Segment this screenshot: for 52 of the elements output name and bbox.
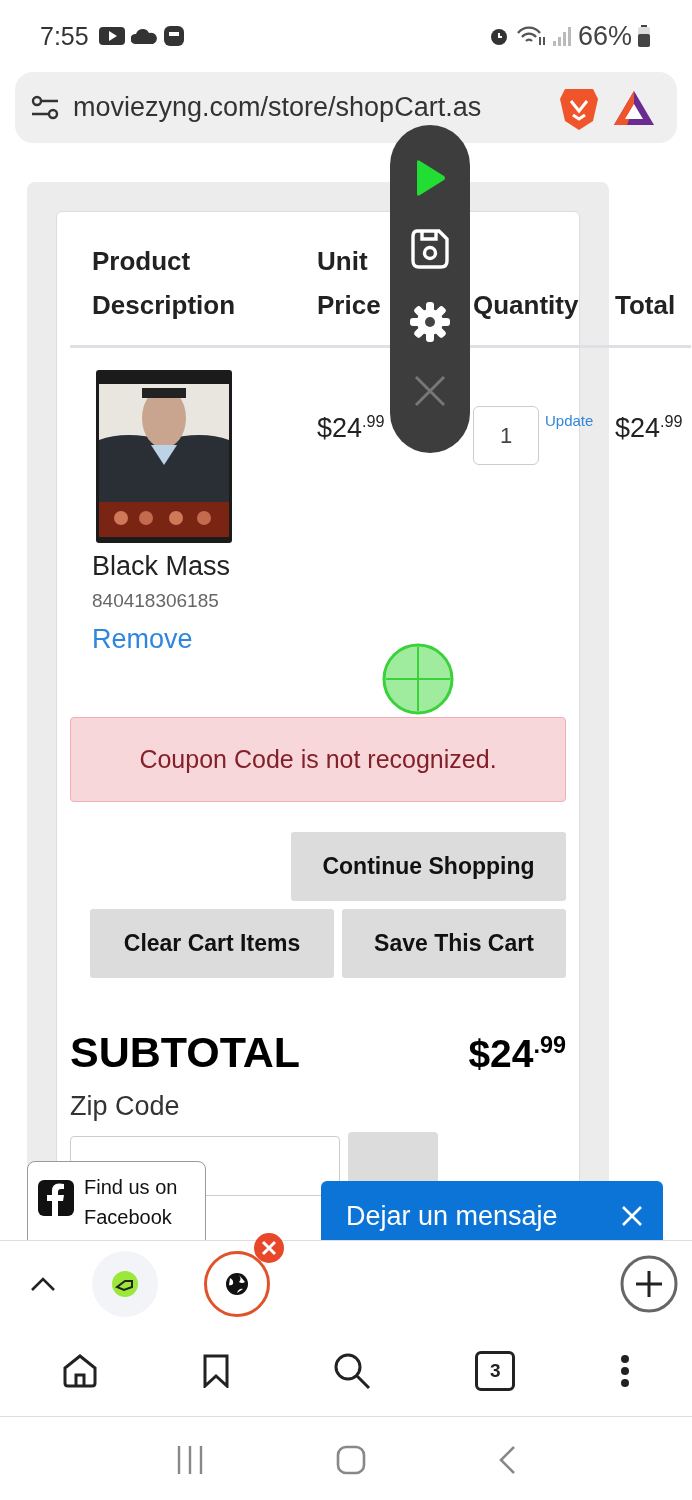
more-icon[interactable] xyxy=(619,1355,630,1387)
product-sku: 840418306185 xyxy=(92,590,219,612)
home-button-icon[interactable] xyxy=(336,1444,366,1475)
facebook-text: Find us on Facebook xyxy=(84,1175,179,1230)
facebook-icon xyxy=(38,1180,74,1216)
close-icon[interactable] xyxy=(414,375,446,407)
floppy-disk-icon[interactable] xyxy=(411,229,449,269)
chat-toast[interactable]: Dejar un mensaje xyxy=(321,1181,663,1240)
update-link[interactable]: Update xyxy=(545,412,594,429)
quantity-field[interactable]: 1 xyxy=(473,406,539,465)
subtotal-value: $24$^{.99}$ xyxy=(468,1032,566,1076)
recent-apps-icon[interactable] xyxy=(176,1444,204,1475)
clock-time: 7:55 xyxy=(40,21,89,51)
touch-indicator xyxy=(382,643,454,715)
chevron-up-icon[interactable] xyxy=(30,1275,56,1292)
tag-icon xyxy=(111,1269,139,1298)
globe-icon xyxy=(225,1271,249,1296)
battery-percent: 66% xyxy=(577,20,632,52)
site-settings-icon[interactable] xyxy=(31,94,59,121)
settings-icon[interactable] xyxy=(409,301,451,343)
clear-cart-button[interactable]: Clear Cart Items xyxy=(90,909,334,978)
error-alert: Coupon Code is not recognized. xyxy=(70,717,566,802)
column-header: Product Description xyxy=(91,245,237,322)
cloud-icon xyxy=(130,28,157,44)
product-name: Black Mass xyxy=(92,551,231,582)
play-icon[interactable] xyxy=(414,159,446,197)
close-badge-icon[interactable] xyxy=(254,1232,284,1263)
zip-code-label: Zip Code xyxy=(70,1091,181,1122)
back-icon[interactable] xyxy=(498,1444,516,1475)
line-total: $24$^{.99}$ xyxy=(615,411,683,445)
subtotal-label: SUBTOTAL xyxy=(70,1028,301,1077)
unit-price: $24$^{.99}$ xyxy=(317,411,386,445)
save-cart-button[interactable]: Save This Cart xyxy=(342,909,566,978)
address-bar[interactable]: moviezyng.com/store/shopCart.as xyxy=(15,72,677,143)
url-text[interactable]: moviezyng.com/store/shopCart.as xyxy=(73,92,545,123)
bookmark-icon[interactable] xyxy=(202,1354,229,1388)
remove-link[interactable]: Remove xyxy=(92,624,193,655)
new-tab-icon[interactable] xyxy=(620,1254,678,1313)
signal-icon xyxy=(551,25,572,47)
facebook-toast[interactable]: Find us on Facebook xyxy=(27,1161,206,1240)
column-header: Quantity xyxy=(473,289,580,322)
tab-count-button[interactable]: 3 xyxy=(475,1351,516,1391)
video-icon xyxy=(98,26,125,46)
battery-icon xyxy=(638,25,650,47)
wifi-icon xyxy=(515,25,546,47)
search-icon[interactable] xyxy=(332,1352,371,1390)
column-header: Unit Price xyxy=(317,245,382,322)
home-icon[interactable] xyxy=(62,1354,99,1388)
column-header: Total xyxy=(615,289,676,322)
triangle-icon[interactable] xyxy=(613,89,655,126)
continue-shopping-button[interactable]: Continue Shopping xyxy=(291,832,566,901)
chat-label: Dejar un mensaje xyxy=(346,1200,558,1232)
